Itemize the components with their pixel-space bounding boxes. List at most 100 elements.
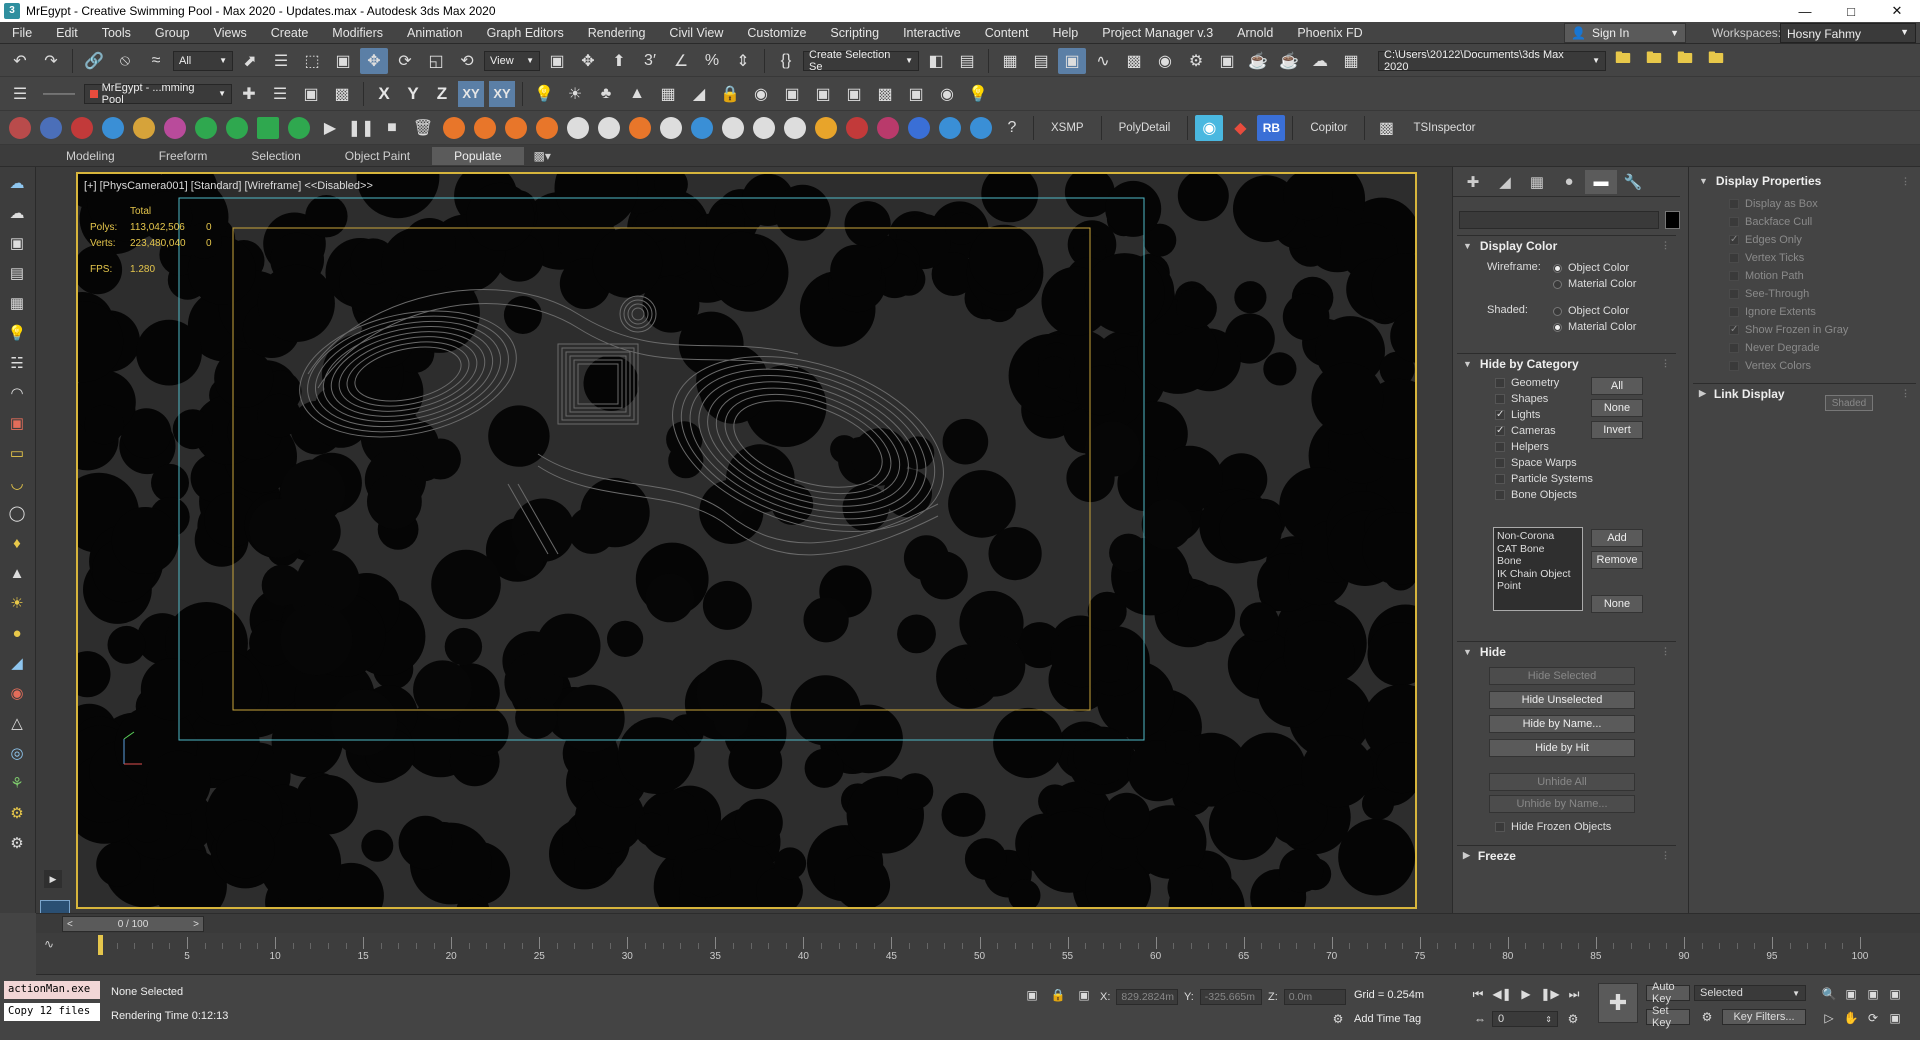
view-image-icon[interactable]: ▣ (840, 81, 868, 107)
checkbox[interactable] (1495, 394, 1505, 404)
stairs-icon[interactable]: ◢ (685, 81, 713, 107)
time-configuration-icon[interactable]: ⚙ (1564, 1011, 1582, 1027)
sphere-icon[interactable] (164, 116, 186, 139)
menu-create[interactable]: Create (259, 26, 321, 40)
axis-xy-cycle-button[interactable]: XY (489, 80, 515, 107)
phoenix-marker-icon[interactable] (877, 116, 899, 139)
checkbox[interactable]: ✓ (1729, 235, 1739, 245)
object-name-input[interactable] (1459, 211, 1659, 229)
sun-position-icon[interactable]: ☀ (561, 81, 589, 107)
unhide-by-name-button[interactable]: Unhide by Name... (1489, 795, 1635, 813)
percent-snap-icon[interactable]: % (698, 48, 726, 74)
asset-tracking-icon[interactable]: ▩ (871, 81, 899, 107)
zoom-all-icon[interactable]: ▣ (1842, 985, 1860, 1003)
maximize-viewport-icon[interactable]: ▣ (1886, 1009, 1904, 1027)
display-color-header[interactable]: ▼ Display Color ⋮ (1457, 235, 1676, 255)
unlink-icon[interactable]: ⦸ (111, 48, 139, 74)
sun-icon[interactable]: ☀ (3, 590, 31, 616)
menu-rendering[interactable]: Rendering (576, 26, 658, 40)
checkbox[interactable] (1495, 490, 1505, 500)
display-prop-show-frozen-in-gray[interactable]: ✓ Show Frozen in Gray (1693, 321, 1916, 339)
bind-space-warp-icon[interactable]: ≈ (142, 48, 170, 74)
arrow-right-icon[interactable] (226, 116, 248, 139)
create-icon[interactable]: ✚ (1457, 170, 1489, 194)
modify-icon[interactable]: ◢ (1489, 170, 1521, 194)
grid-sphere-icon[interactable] (195, 116, 217, 139)
key-filters-icon[interactable]: ⚙ (1698, 1009, 1716, 1025)
maxscript-input[interactable]: Copy 12 files (4, 1003, 100, 1021)
tab-modeling[interactable]: Modeling (44, 147, 137, 165)
key-selection-dropdown[interactable]: Selected ▼ (1694, 985, 1806, 1001)
spinner-snap-icon[interactable]: ⇕ (729, 48, 757, 74)
menu-animation[interactable]: Animation (395, 26, 475, 40)
copitor-button[interactable]: Copitor (1300, 122, 1357, 134)
checkbox[interactable] (1729, 289, 1739, 299)
snaps-toggle-icon[interactable]: 3′ (636, 48, 664, 74)
menu-content[interactable]: Content (973, 26, 1041, 40)
menu-tools[interactable]: Tools (90, 26, 143, 40)
project-folder-icon[interactable]: 🖿 (1609, 48, 1637, 74)
reference-coordinate-dropdown[interactable]: View ▼ (484, 50, 540, 71)
gun-icon[interactable]: ⚙ (3, 800, 31, 826)
axis-x-button[interactable]: X (371, 81, 397, 107)
checkbox[interactable] (1729, 361, 1739, 371)
spinner-icon[interactable]: ⇕ (1545, 1015, 1552, 1024)
align-icon[interactable]: ▤ (953, 48, 981, 74)
link-display-header[interactable]: ▶ Link Display ⋮ (1693, 383, 1916, 403)
selection-lock-icon[interactable]: 🔒 (1050, 987, 1066, 1003)
axis-xy-button[interactable]: XY (458, 80, 484, 107)
layer-hide-toggle-icon[interactable]: —— (37, 81, 81, 107)
project-folder-set-icon[interactable]: 🖿 (1702, 48, 1730, 74)
window-crossing-icon[interactable]: ▣ (329, 48, 357, 74)
a360-gallery-icon[interactable]: ▦ (1337, 48, 1365, 74)
menu-scripting[interactable]: Scripting (818, 26, 891, 40)
display-prop-vertex-colors[interactable]: Vertex Colors (1693, 357, 1916, 375)
menu-group[interactable]: Group (143, 26, 202, 40)
category-listbox[interactable]: Non-Corona CAT Bone Bone IK Chain Object Poi… (1493, 527, 1583, 611)
axis-z-button[interactable]: Z (429, 81, 455, 107)
menu-customize[interactable]: Customize (735, 26, 818, 40)
burst-icon[interactable] (288, 116, 310, 139)
category-list-item[interactable]: IK Chain Object (1497, 568, 1579, 581)
minimize-icon[interactable]: — (1782, 4, 1828, 19)
light-lister-icon[interactable]: 💡 (964, 81, 992, 107)
render-in-cloud-icon[interactable]: ☁ (1306, 48, 1334, 74)
phoenix-fire2-icon[interactable] (474, 116, 496, 139)
phoenix-flame-icon[interactable] (536, 116, 558, 139)
checkbox[interactable]: ✓ (1495, 410, 1505, 420)
help-icon[interactable]: ? (998, 115, 1026, 141)
frame-icon[interactable]: ▣ (902, 81, 930, 107)
menu-file[interactable]: File (0, 26, 44, 40)
checkbox[interactable] (1495, 822, 1505, 832)
add-to-layer-icon[interactable]: ✚ (235, 81, 263, 107)
tab-object-paint[interactable]: Object Paint (323, 147, 432, 165)
safe-frame-icon[interactable]: ▣ (809, 81, 837, 107)
mirror-icon[interactable]: ◧ (922, 48, 950, 74)
layer-stack-icon[interactable]: ☰ (266, 81, 294, 107)
curve-editor-mini-icon[interactable]: ∿ (44, 937, 54, 951)
shaded-object-color-option[interactable]: Object Color (1553, 305, 1629, 317)
select-and-scale-icon[interactable]: ◱ (422, 48, 450, 74)
hierarchy-icon[interactable]: ☵ (3, 350, 31, 376)
play-animation-icon[interactable]: ▶ (1516, 985, 1536, 1003)
menu-project-manager[interactable]: Project Manager v.3 (1090, 26, 1225, 40)
redo-icon[interactable]: ↷ (37, 48, 65, 74)
x-field[interactable]: 829.2824m (1116, 989, 1179, 1005)
mesh-icon[interactable] (9, 116, 31, 139)
forest-pack-icon[interactable]: ◉ (1195, 114, 1224, 141)
ear-icon[interactable]: ◠ (3, 380, 31, 406)
render-production-icon[interactable]: ☕ (1244, 48, 1272, 74)
previous-frame-icon[interactable]: ◀❚ (1492, 985, 1512, 1003)
pause-icon[interactable]: ❚❚ (347, 115, 375, 141)
phoenix-ocean-mesher-icon[interactable] (970, 116, 992, 139)
render-iterative-icon[interactable]: ☕ (1275, 48, 1303, 74)
cloud-icon[interactable]: ☁ (3, 170, 31, 196)
chevron-right-icon[interactable]: > (193, 919, 199, 930)
maxscript-output[interactable]: actionMan.exe (4, 981, 100, 999)
hide-frozen-objects-option[interactable]: Hide Frozen Objects (1495, 821, 1611, 833)
checkbox[interactable]: ✓ (1729, 325, 1739, 335)
next-frame-icon[interactable]: ❚▶ (1540, 985, 1560, 1003)
snapshot-icon[interactable]: ◉ (933, 81, 961, 107)
menu-help[interactable]: Help (1041, 26, 1091, 40)
tripod-icon[interactable]: △ (3, 710, 31, 736)
